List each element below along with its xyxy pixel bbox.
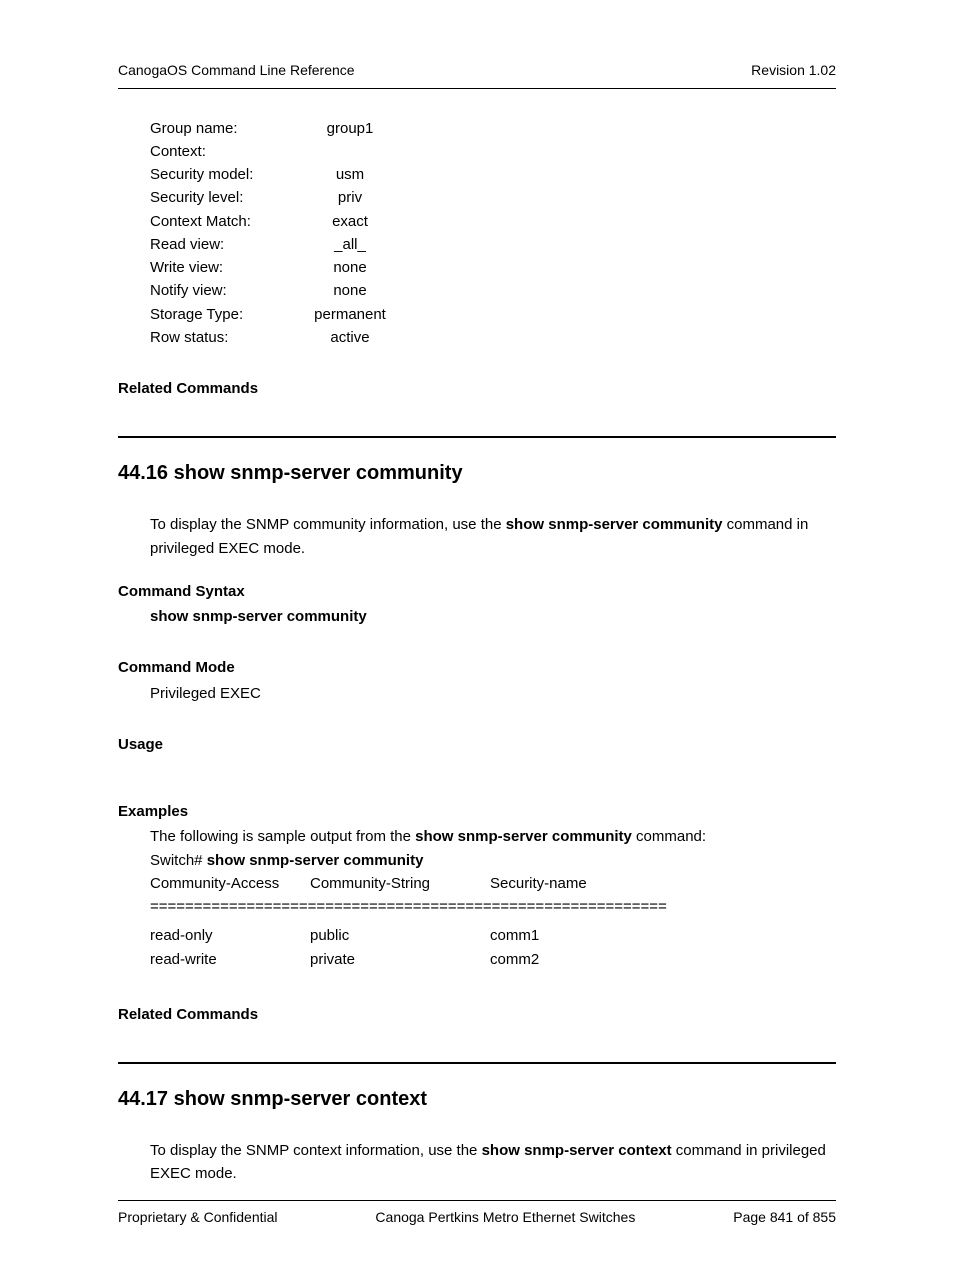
command-mode-heading: Command Mode <box>118 656 836 679</box>
kv-value: group1 <box>290 117 410 140</box>
intro-text: To display the SNMP community informatio… <box>150 516 506 533</box>
related-commands-heading: Related Commands <box>118 1003 836 1026</box>
examples-text: The following is sample output from the <box>150 828 415 845</box>
kv-value: priv <box>290 186 410 209</box>
kv-value: none <box>290 256 410 279</box>
command-mode-text: Privileged EXEC <box>150 682 836 705</box>
kv-label: Security level: <box>150 186 290 209</box>
table-row: Security model:usm <box>150 163 836 186</box>
kv-value: _all_ <box>290 233 410 256</box>
kv-value: permanent <box>290 303 410 326</box>
usage-heading: Usage <box>118 733 836 756</box>
table-row: Write view:none <box>150 256 836 279</box>
output-header-row: Community-Access Community-String Securi… <box>150 872 836 895</box>
document-page: CanogaOS Command Line Reference Revision… <box>0 0 954 1268</box>
intro-text: To display the SNMP context information,… <box>150 1142 482 1159</box>
table-row: Context Match:exact <box>150 210 836 233</box>
table-row: Security level:priv <box>150 186 836 209</box>
output-row: read-write private comm2 <box>150 948 836 971</box>
related-commands-heading: Related Commands <box>118 377 836 400</box>
kv-label: Security model: <box>150 163 290 186</box>
cell: read-write <box>150 948 310 971</box>
kv-label: Notify view: <box>150 279 290 302</box>
kv-label: Context: <box>150 140 290 163</box>
kv-value: active <box>290 326 410 349</box>
table-row: Row status:active <box>150 326 836 349</box>
table-row: Storage Type:permanent <box>150 303 836 326</box>
output-divider: ========================================… <box>150 895 836 918</box>
output-row: read-only public comm1 <box>150 924 836 947</box>
kv-label: Write view: <box>150 256 290 279</box>
examples-bold: show snmp-server community <box>415 828 632 845</box>
kv-label: Storage Type: <box>150 303 290 326</box>
section-intro: To display the SNMP community informatio… <box>150 513 836 560</box>
prompt-line: Switch# show snmp-server community <box>150 849 836 872</box>
command-syntax-heading: Command Syntax <box>118 580 836 603</box>
table-row: Context: <box>150 140 836 163</box>
section-divider <box>118 1062 836 1064</box>
section-intro: To display the SNMP context information,… <box>150 1139 836 1186</box>
header-left: CanogaOS Command Line Reference <box>118 60 355 82</box>
examples-text: command: <box>632 828 706 845</box>
cell: private <box>310 948 490 971</box>
cell: comm1 <box>490 924 650 947</box>
kv-label: Read view: <box>150 233 290 256</box>
section-divider <box>118 436 836 438</box>
col-header: Security-name <box>490 872 650 895</box>
group-info-table: Group name:group1 Context: Security mode… <box>150 117 836 350</box>
kv-label: Context Match: <box>150 210 290 233</box>
col-header: Community-String <box>310 872 490 895</box>
table-row: Notify view:none <box>150 279 836 302</box>
kv-value <box>290 140 410 163</box>
intro-bold: show snmp-server context <box>482 1142 672 1159</box>
kv-value: exact <box>290 210 410 233</box>
footer-right: Page 841 of 855 <box>733 1207 836 1229</box>
col-header: Community-Access <box>150 872 310 895</box>
cell: read-only <box>150 924 310 947</box>
cell: public <box>310 924 490 947</box>
intro-bold: show snmp-server community <box>506 516 723 533</box>
table-row: Read view:_all_ <box>150 233 836 256</box>
footer-left: Proprietary & Confidential <box>118 1207 278 1229</box>
examples-heading: Examples <box>118 800 836 823</box>
section-title-44-17: 44.17 show snmp-server context <box>118 1084 836 1115</box>
page-header: CanogaOS Command Line Reference Revision… <box>118 60 836 89</box>
footer-center: Canoga Pertkins Metro Ethernet Switches <box>278 1207 734 1229</box>
examples-intro: The following is sample output from the … <box>150 825 836 848</box>
section-title-44-16: 44.16 show snmp-server community <box>118 458 836 489</box>
cell: comm2 <box>490 948 650 971</box>
example-output: Switch# show snmp-server community Commu… <box>150 849 836 971</box>
header-right: Revision 1.02 <box>751 60 836 82</box>
kv-value: none <box>290 279 410 302</box>
page-footer: Proprietary & Confidential Canoga Pertki… <box>118 1200 836 1229</box>
kv-value: usm <box>290 163 410 186</box>
kv-label: Row status: <box>150 326 290 349</box>
prompt-command: show snmp-server community <box>207 852 424 869</box>
kv-label: Group name: <box>150 117 290 140</box>
table-row: Group name:group1 <box>150 117 836 140</box>
command-syntax-text: show snmp-server community <box>150 605 836 628</box>
prompt-prefix: Switch# <box>150 852 207 869</box>
